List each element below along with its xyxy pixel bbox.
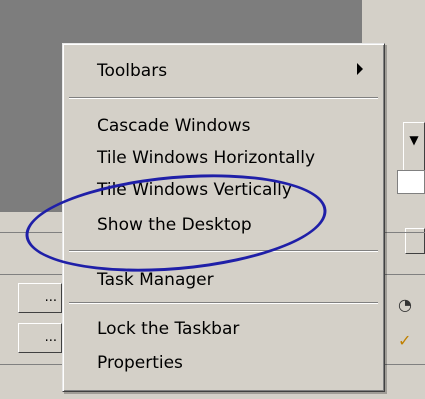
taskbar-context-menu: Toolbars Cascade Windows Tile Windows Ho… <box>62 43 385 392</box>
taskbar-button[interactable]: ... <box>18 283 62 313</box>
menu-item-task-manager[interactable]: Task Manager <box>97 269 214 291</box>
menu-separator <box>69 302 378 304</box>
menu-item-label: Tile Windows Vertically <box>97 180 292 200</box>
menu-item-toolbars[interactable]: Toolbars <box>97 60 167 82</box>
menu-item-tile-vertically[interactable]: Tile Windows Vertically <box>97 179 292 201</box>
menu-item-label: Show the Desktop <box>97 215 252 235</box>
menu-item-lock-taskbar[interactable]: Lock the Taskbar <box>97 318 239 340</box>
menu-item-label: Toolbars <box>97 61 168 81</box>
taskbar-button[interactable]: ... <box>18 323 62 353</box>
menu-item-label: Properties <box>97 353 183 373</box>
dropdown-field[interactable] <box>397 170 425 194</box>
menu-item-tile-horizontally[interactable]: Tile Windows Horizontally <box>97 147 315 169</box>
tray-icon-clock[interactable]: ◔ <box>398 295 412 314</box>
tray-icon-update[interactable]: ✓ <box>398 331 411 350</box>
menu-item-label: Task Manager <box>97 270 214 290</box>
menu-item-label: Cascade Windows <box>97 116 251 136</box>
menu-item-label: Tile Windows Horizontally <box>97 148 316 168</box>
menu-item-cascade-windows[interactable]: Cascade Windows <box>97 115 250 137</box>
menu-item-show-desktop[interactable]: Show the Desktop <box>97 214 252 236</box>
menu-separator <box>69 97 378 99</box>
menu-item-label: Lock the Taskbar <box>97 319 240 339</box>
submenu-arrow-icon <box>357 63 363 75</box>
menu-separator <box>69 250 378 252</box>
dropdown-arrow-icon[interactable]: ▼ <box>403 122 425 172</box>
menu-item-properties[interactable]: Properties <box>97 352 183 374</box>
